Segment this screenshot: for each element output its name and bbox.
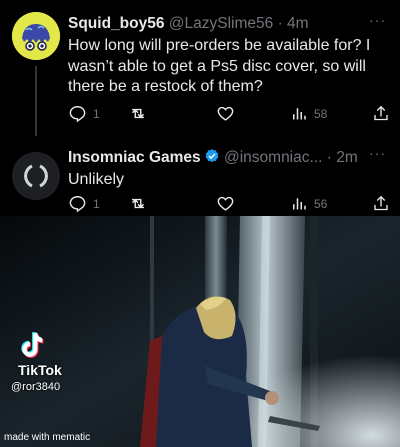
- retweet-icon: [131, 198, 145, 209]
- tweet-text: Unlikely: [68, 171, 125, 188]
- views-count: 56: [314, 196, 328, 211]
- reply-icon: [69, 196, 86, 213]
- retweet-button[interactable]: [128, 104, 154, 123]
- tweet-thread: Squid_boy56 @LazySlime56 · 4m ··· How lo…: [0, 0, 400, 216]
- like-icon: [217, 196, 234, 211]
- tiktok-brand-text: TikTok: [18, 362, 62, 378]
- like-button[interactable]: [216, 194, 241, 213]
- reply-icon: [69, 106, 86, 123]
- tweet-insomniac-answer[interactable]: Insomniac Games @insomniac... · 2m ··· U…: [0, 140, 400, 216]
- display-name[interactable]: Squid_boy56: [68, 15, 164, 32]
- display-name[interactable]: Insomniac Games: [68, 149, 201, 166]
- share-icon: [374, 105, 388, 121]
- views-icon: [293, 198, 306, 210]
- more-options-button[interactable]: ···: [369, 145, 386, 161]
- tweet-text: How long will pre-orders be available fo…: [68, 37, 371, 95]
- squid-avatar-icon: [12, 12, 60, 60]
- views-count: 58: [314, 106, 328, 121]
- tweet-actions: 1 56: [68, 194, 390, 216]
- tiktok-handle: @ror3840: [11, 381, 61, 393]
- tweet-reply-question[interactable]: Squid_boy56 @LazySlime56 · 4m ··· How lo…: [0, 6, 400, 136]
- views-button[interactable]: 58: [290, 104, 327, 123]
- share-icon: [374, 195, 388, 211]
- tweet-actions: 1 58: [68, 104, 390, 126]
- retweet-icon: [131, 108, 145, 119]
- video-frame: TikTok @ror3840 made with mematic: [0, 216, 400, 447]
- video-still-image: [0, 216, 400, 447]
- more-options-button[interactable]: ···: [369, 12, 386, 28]
- avatar[interactable]: [12, 12, 60, 60]
- reply-button[interactable]: 1: [68, 194, 100, 213]
- timestamp[interactable]: · 4m: [278, 15, 309, 32]
- mematic-credit: made with mematic: [4, 432, 91, 443]
- tweet-header: Squid_boy56 @LazySlime56 · 4m: [68, 15, 309, 33]
- views-button[interactable]: 56: [290, 194, 327, 213]
- user-handle[interactable]: @LazySlime56: [169, 15, 273, 32]
- reply-count: 1: [93, 106, 100, 121]
- share-button[interactable]: [372, 104, 390, 123]
- tweet-header: Insomniac Games @insomniac... · 2m: [68, 148, 358, 167]
- views-icon: [293, 108, 306, 120]
- reply-button[interactable]: 1: [68, 104, 100, 123]
- tiktok-logo-icon: [21, 332, 44, 358]
- like-icon: [217, 106, 234, 121]
- avatar[interactable]: [12, 152, 60, 200]
- verified-badge-icon: [205, 149, 219, 163]
- insomniac-logo-icon: [12, 152, 60, 200]
- timestamp[interactable]: · 2m: [327, 149, 358, 166]
- like-button[interactable]: [216, 104, 241, 123]
- thread-connector-line: [35, 66, 37, 136]
- retweet-button[interactable]: [128, 194, 154, 213]
- share-button[interactable]: [372, 194, 390, 213]
- reply-count: 1: [93, 196, 100, 211]
- user-handle[interactable]: @insomniac...: [224, 149, 322, 166]
